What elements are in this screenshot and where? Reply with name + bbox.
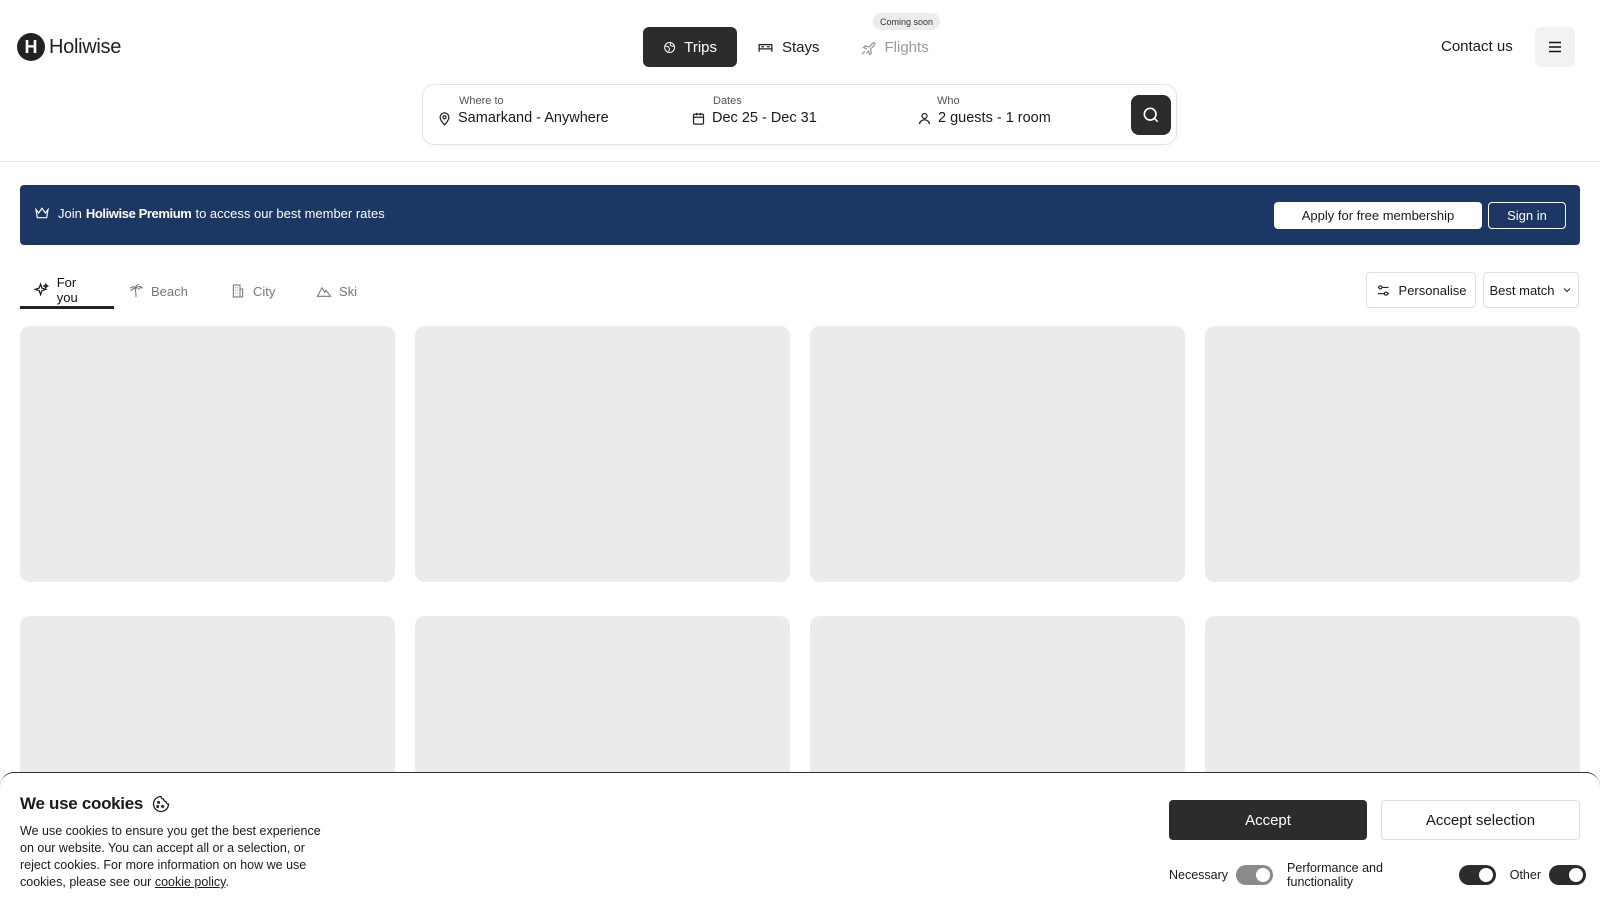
who-label: Who (937, 95, 960, 107)
cookie-icon (152, 795, 170, 813)
sort-value: Best match (1489, 282, 1555, 298)
logo-mark: H (17, 33, 45, 61)
dates-label: Dates (713, 95, 742, 107)
tab-label: City (253, 283, 276, 299)
tab-city[interactable]: City (210, 273, 306, 309)
tab-for-you[interactable]: For you (20, 273, 114, 309)
nav-tab-trips[interactable]: Trips (643, 27, 737, 67)
where-value: Samarkand - Anywhere (458, 110, 609, 126)
location-pin-icon (439, 111, 450, 126)
globe-icon (664, 41, 676, 53)
logo[interactable]: H Holiwise (17, 33, 121, 61)
tab-label: Ski (339, 283, 358, 299)
sort-select[interactable]: Best match (1483, 272, 1579, 308)
cookie-banner: We use cookies We use cookies to ensure … (0, 772, 1600, 900)
necessary-toggle (1236, 865, 1274, 885)
apply-membership-button[interactable]: Apply for free membership (1274, 202, 1482, 229)
nav-tab-stays[interactable]: Stays (737, 27, 840, 67)
personalise-button[interactable]: Personalise (1366, 272, 1476, 308)
site-header: H Holiwise Coming soon Trips Stays Fligh… (0, 0, 1600, 162)
cookie-policy-link[interactable]: cookie policy (155, 875, 226, 889)
premium-brand: Holiwise Premium (85, 205, 192, 221)
premium-banner: Join Holiwise Premium to access our best… (20, 185, 1580, 245)
contact-us-link[interactable]: Contact us (1441, 38, 1513, 55)
tab-beach[interactable]: Beach (114, 273, 210, 309)
premium-text: Join Holiwise Premium to access our best… (34, 205, 385, 221)
toggle-label-necessary: Necessary (1169, 868, 1229, 882)
where-label: Where to (459, 95, 504, 107)
bed-icon (758, 43, 773, 52)
cookie-title-text: We use cookies (20, 794, 144, 813)
main-nav: Trips Stays Flights (643, 27, 949, 67)
building-icon (232, 284, 244, 298)
cookie-text-end: . (225, 875, 229, 889)
trip-card-placeholder[interactable] (20, 326, 395, 582)
sparkle-icon (34, 281, 50, 296)
dates-field[interactable]: Dates Dec 25 - Dec 31 (691, 95, 817, 126)
toggle-label-performance: Performance and functionality (1287, 861, 1383, 889)
sign-in-button[interactable]: Sign in (1488, 202, 1566, 229)
hamburger-icon (1549, 41, 1561, 53)
tab-label: For you (56, 274, 78, 305)
nav-tab-label: Stays (782, 38, 820, 56)
who-field[interactable]: Who 2 guests - 1 room (917, 95, 1051, 126)
personalise-label: Personalise (1398, 282, 1467, 298)
dates-value: Dec 25 - Dec 31 (712, 110, 817, 126)
calendar-icon (692, 112, 705, 125)
cookie-title: We use cookies (20, 794, 171, 814)
logo-text: Holiwise (49, 35, 122, 58)
menu-button[interactable] (1535, 27, 1575, 67)
chevron-down-icon (1563, 288, 1570, 293)
who-value: 2 guests - 1 room (938, 110, 1051, 126)
performance-toggle[interactable] (1459, 865, 1496, 885)
mountain-icon (316, 286, 332, 297)
crown-icon (35, 207, 49, 219)
palm-tree-icon (129, 283, 144, 298)
cookie-toggles: Necessary Performance and functionality … (1169, 861, 1600, 889)
trip-card-placeholder[interactable] (1205, 326, 1580, 582)
search-icon (1143, 107, 1159, 123)
trip-card-placeholder[interactable] (810, 326, 1185, 582)
sliders-icon (1377, 284, 1389, 296)
tab-ski[interactable]: Ski (306, 273, 386, 309)
search-button[interactable] (1131, 95, 1171, 135)
nav-tab-label: Flights (884, 38, 929, 56)
accept-cookies-button[interactable]: Accept (1169, 800, 1367, 840)
tab-label: Beach (151, 283, 188, 299)
trip-card-placeholder[interactable] (415, 326, 790, 582)
premium-suffix: to access our best member rates (195, 205, 385, 221)
premium-prefix: Join (58, 205, 82, 221)
search-bar: Where to Samarkand - Anywhere Dates Dec … (422, 84, 1177, 145)
other-toggle[interactable] (1549, 865, 1586, 885)
nav-tab-label: Trips (684, 38, 717, 56)
cookie-description: We use cookies to ensure you get the bes… (20, 823, 325, 891)
accept-selection-button[interactable]: Accept selection (1381, 800, 1580, 840)
person-icon (918, 112, 931, 124)
category-tabs: For you Beach City Ski (20, 273, 386, 309)
plane-icon (861, 41, 876, 56)
toggle-label-other: Other (1509, 868, 1541, 882)
nav-tab-flights[interactable]: Flights (840, 27, 949, 67)
where-field[interactable]: Where to Samarkand - Anywhere (437, 95, 609, 126)
